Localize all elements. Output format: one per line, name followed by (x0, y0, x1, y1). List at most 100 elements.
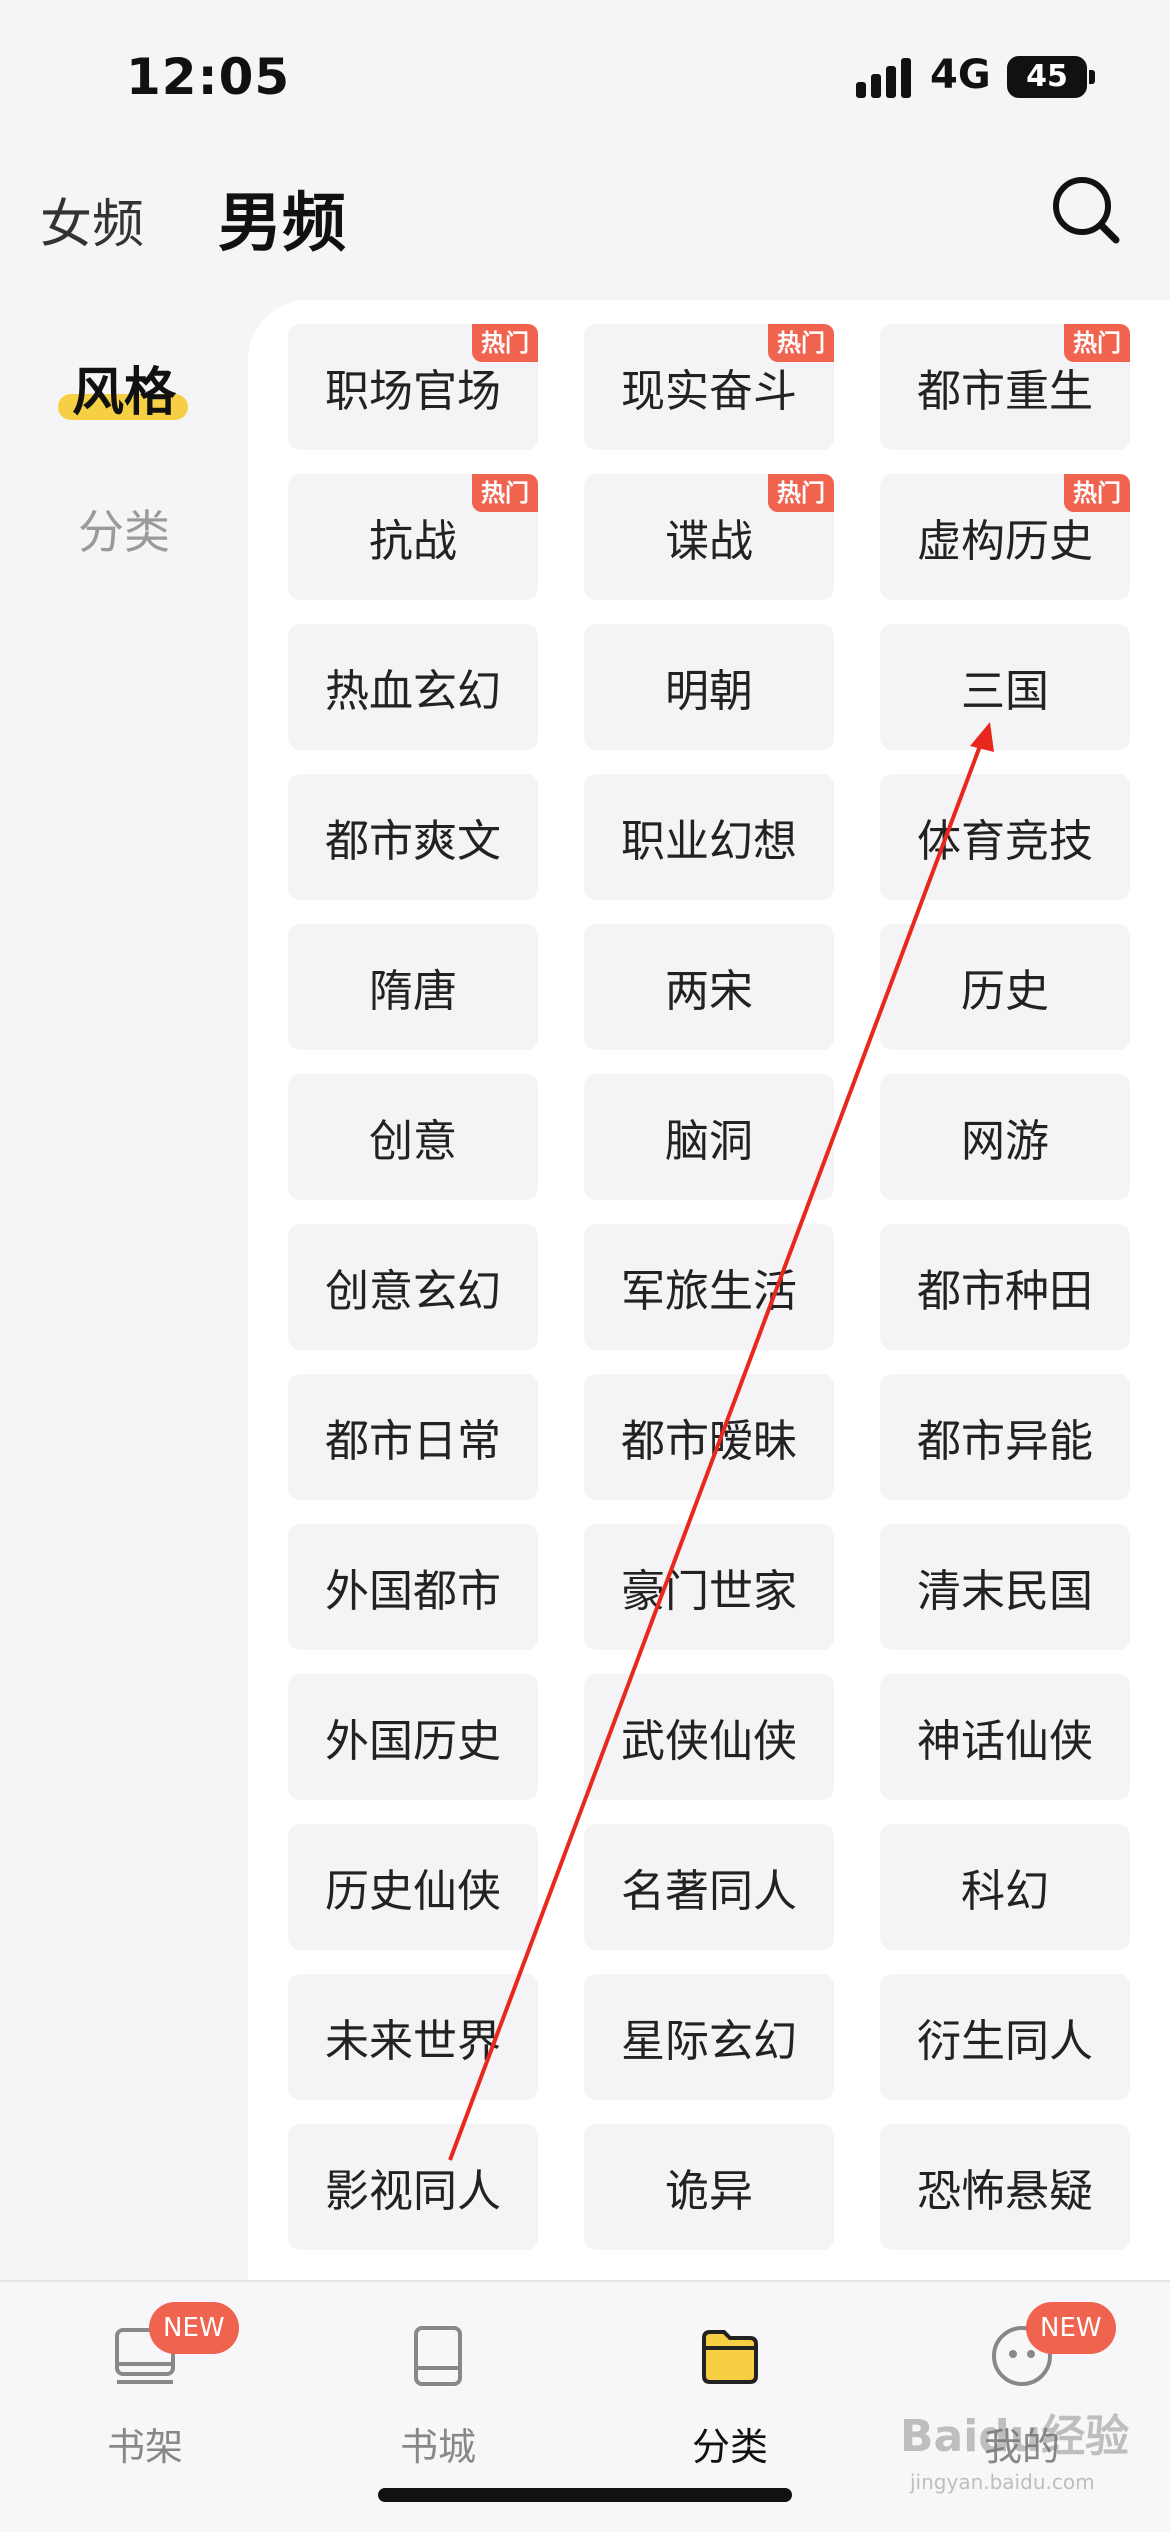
genre-tile[interactable]: 都市异能 (880, 1374, 1130, 1500)
genre-tile[interactable]: 脑洞 (584, 1074, 834, 1200)
watermark-url: jingyan.baidu.com (910, 2470, 1095, 2494)
genre-tile[interactable]: 职场官场 热门 (288, 324, 538, 450)
network-label: 4G (930, 52, 991, 98)
new-badge: NEW (1026, 2302, 1116, 2354)
genre-tile[interactable]: 外国都市 (288, 1524, 538, 1650)
genre-label: 隋唐 (369, 966, 457, 1017)
genre-label: 创意玄幻 (325, 1266, 501, 1317)
genre-tile[interactable]: 诡异 (584, 2124, 834, 2250)
genre-tile[interactable]: 虚构历史 热门 (880, 474, 1130, 600)
genre-tile[interactable]: 科幻 (880, 1824, 1130, 1950)
hot-badge: 热门 (472, 474, 538, 512)
genre-tile[interactable]: 影视同人 (288, 2124, 538, 2250)
genre-label: 历史 (961, 966, 1049, 1017)
left-nav: 风格 分类 (0, 300, 250, 2280)
genre-tile[interactable]: 衍生同人 (880, 1974, 1130, 2100)
genre-grid: 职场官场 热门 现实奋斗 热门 都市重生 热门 抗战 热门 谍战 热门 虚构历史 热门 热血玄幻 明朝 三国… (288, 324, 1130, 2250)
genre-label: 都市日常 (325, 1416, 501, 1467)
genre-tile[interactable]: 三国 (880, 624, 1130, 750)
genre-label: 网游 (961, 1116, 1049, 1167)
genre-tile[interactable]: 现实奋斗 热门 (584, 324, 834, 450)
genre-tile[interactable]: 创意玄幻 (288, 1224, 538, 1350)
genre-tile[interactable]: 谍战 热门 (584, 474, 834, 600)
genre-label: 未来世界 (325, 2016, 501, 2067)
battery-icon: 45 (1007, 56, 1087, 98)
genre-label: 职业幻想 (621, 816, 797, 867)
tab-bookshelf[interactable]: NEW 书架 (45, 2302, 245, 2482)
genre-tile[interactable]: 武侠仙侠 (584, 1674, 834, 1800)
hot-badge: 热门 (1064, 324, 1130, 362)
genre-label: 谍战 (665, 516, 753, 567)
nav-item-style[interactable]: 风格 (58, 350, 190, 430)
genre-tile[interactable]: 清末民国 (880, 1524, 1130, 1650)
genre-tile[interactable]: 体育竞技 (880, 774, 1130, 900)
genre-label: 体育竞技 (917, 816, 1093, 867)
tab-bookstore[interactable]: 书城 (338, 2302, 538, 2482)
genre-tile[interactable]: 外国历史 (288, 1674, 538, 1800)
hot-badge: 热门 (768, 324, 834, 362)
genre-label: 虚构历史 (917, 516, 1093, 567)
genre-label: 都市爽文 (325, 816, 501, 867)
signal-icon (856, 58, 912, 98)
genre-tile[interactable]: 神话仙侠 (880, 1674, 1130, 1800)
genre-label: 三国 (961, 666, 1049, 717)
genre-tile[interactable]: 两宋 (584, 924, 834, 1050)
genre-tile[interactable]: 历史 (880, 924, 1130, 1050)
header: 女频 男频 (0, 160, 1170, 290)
genre-label: 星际玄幻 (621, 2016, 797, 2067)
hot-badge: 热门 (768, 474, 834, 512)
genre-label: 明朝 (665, 666, 753, 717)
genre-label: 都市暧昧 (621, 1416, 797, 1467)
genre-tile[interactable]: 历史仙侠 (288, 1824, 538, 1950)
genre-label: 神话仙侠 (917, 1716, 1093, 1767)
genre-tile[interactable]: 都市日常 (288, 1374, 538, 1500)
genre-label: 脑洞 (665, 1116, 753, 1167)
genre-label: 衍生同人 (917, 2016, 1093, 2067)
battery-tip (1089, 70, 1095, 84)
genre-tile[interactable]: 都市重生 热门 (880, 324, 1130, 450)
genre-label: 诡异 (665, 2166, 753, 2217)
hot-badge: 热门 (472, 324, 538, 362)
genre-label: 恐怖悬疑 (917, 2166, 1093, 2217)
genre-tile[interactable]: 抗战 热门 (288, 474, 538, 600)
genre-tile[interactable]: 都市暧昧 (584, 1374, 834, 1500)
genre-label: 都市重生 (917, 366, 1093, 417)
genre-tile[interactable]: 未来世界 (288, 1974, 538, 2100)
watermark-logo: Baidu经验 (900, 2411, 1130, 2462)
genre-tile[interactable]: 恐怖悬疑 (880, 2124, 1130, 2250)
genre-tile[interactable]: 创意 (288, 1074, 538, 1200)
genre-label: 都市异能 (917, 1416, 1093, 1467)
tab-female[interactable]: 女频 (40, 182, 144, 257)
search-icon[interactable] (1046, 170, 1126, 250)
genre-tile[interactable]: 名著同人 (584, 1824, 834, 1950)
tab-category-label: 分类 (691, 2425, 768, 2469)
genre-tile[interactable]: 明朝 (584, 624, 834, 750)
genre-tile[interactable]: 网游 (880, 1074, 1130, 1200)
nav-item-category[interactable]: 分类 (78, 496, 170, 562)
genre-tile[interactable]: 隋唐 (288, 924, 538, 1050)
genre-tile[interactable]: 军旅生活 (584, 1224, 834, 1350)
genre-tile[interactable]: 星际玄幻 (584, 1974, 834, 2100)
status-time: 12:05 (126, 48, 291, 106)
tab-bookstore-label: 书城 (399, 2425, 476, 2469)
genre-tile[interactable]: 热血玄幻 (288, 624, 538, 750)
genre-label: 影视同人 (325, 2166, 501, 2217)
genre-panel: 职场官场 热门 现实奋斗 热门 都市重生 热门 抗战 热门 谍战 热门 虚构历史 热门 热血玄幻 明朝 三国… (248, 300, 1170, 2280)
tab-category[interactable]: 分类 (630, 2302, 830, 2482)
home-indicator[interactable] (378, 2488, 792, 2502)
genre-label: 抗战 (369, 516, 457, 567)
book-icon (414, 2326, 462, 2386)
status-bar: 12:05 4G 45 (0, 0, 1170, 150)
tab-male[interactable]: 男频 (218, 172, 346, 264)
genre-label: 名著同人 (621, 1866, 797, 1917)
genre-label: 热血玄幻 (325, 666, 501, 717)
genre-tile[interactable]: 都市种田 (880, 1224, 1130, 1350)
genre-label: 历史仙侠 (325, 1866, 501, 1917)
genre-label: 科幻 (961, 1866, 1049, 1917)
genre-tile[interactable]: 职业幻想 (584, 774, 834, 900)
genre-tile[interactable]: 豪门世家 (584, 1524, 834, 1650)
genre-label: 清末民国 (917, 1566, 1093, 1617)
genre-label: 都市种田 (917, 1266, 1093, 1317)
genre-tile[interactable]: 都市爽文 (288, 774, 538, 900)
genre-label: 豪门世家 (621, 1566, 797, 1617)
